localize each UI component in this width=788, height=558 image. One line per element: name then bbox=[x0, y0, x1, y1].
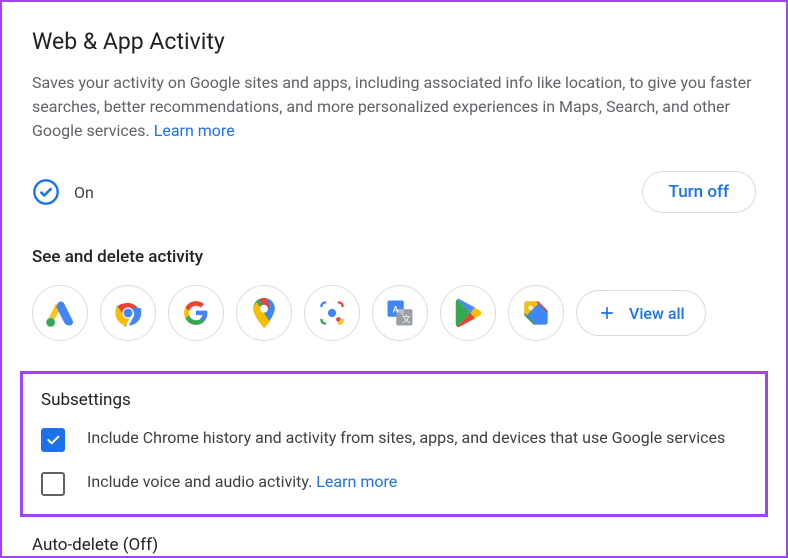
chrome-history-label: Include Chrome history and activity from… bbox=[87, 426, 725, 450]
status-left: On bbox=[32, 178, 94, 206]
learn-more-link[interactable]: Learn more bbox=[154, 121, 235, 140]
google-icon[interactable] bbox=[168, 285, 224, 341]
svg-text:文: 文 bbox=[402, 313, 411, 325]
chrome-history-checkbox[interactable] bbox=[41, 428, 65, 452]
status-label: On bbox=[74, 183, 94, 202]
google-ads-icon[interactable] bbox=[32, 285, 88, 341]
status-row: On Turn off bbox=[32, 171, 756, 213]
voice-audio-text: Include voice and audio activity. bbox=[87, 472, 316, 491]
description-text: Saves your activity on Google sites and … bbox=[32, 73, 752, 140]
voice-learn-more-link[interactable]: Learn more bbox=[316, 472, 397, 491]
subsettings-panel: Subsettings Include Chrome history and a… bbox=[20, 371, 768, 517]
activity-description: Saves your activity on Google sites and … bbox=[32, 71, 756, 143]
voice-audio-label: Include voice and audio activity. Learn … bbox=[87, 470, 397, 494]
status-on-icon bbox=[32, 178, 60, 206]
google-translate-icon[interactable]: A文 bbox=[372, 285, 428, 341]
subsetting-row-voice-audio: Include voice and audio activity. Learn … bbox=[41, 470, 747, 496]
view-all-button[interactable]: View all bbox=[576, 290, 706, 336]
auto-delete-header: Auto-delete (Off) bbox=[32, 535, 756, 555]
google-maps-icon[interactable] bbox=[236, 285, 292, 341]
google-play-icon[interactable] bbox=[440, 285, 496, 341]
view-all-label: View all bbox=[629, 304, 685, 323]
plus-icon bbox=[597, 303, 617, 323]
turn-off-button[interactable]: Turn off bbox=[642, 171, 756, 213]
svg-text:A: A bbox=[393, 304, 400, 315]
activity-icon-row: A文 View all bbox=[32, 285, 756, 341]
see-delete-header: See and delete activity bbox=[32, 247, 756, 267]
google-shopping-icon[interactable] bbox=[508, 285, 564, 341]
voice-audio-checkbox[interactable] bbox=[41, 472, 65, 496]
page-title: Web & App Activity bbox=[32, 28, 756, 55]
subsetting-row-chrome-history: Include Chrome history and activity from… bbox=[41, 426, 747, 452]
subsettings-header: Subsettings bbox=[41, 390, 747, 410]
chrome-icon[interactable] bbox=[100, 285, 156, 341]
google-lens-icon[interactable] bbox=[304, 285, 360, 341]
